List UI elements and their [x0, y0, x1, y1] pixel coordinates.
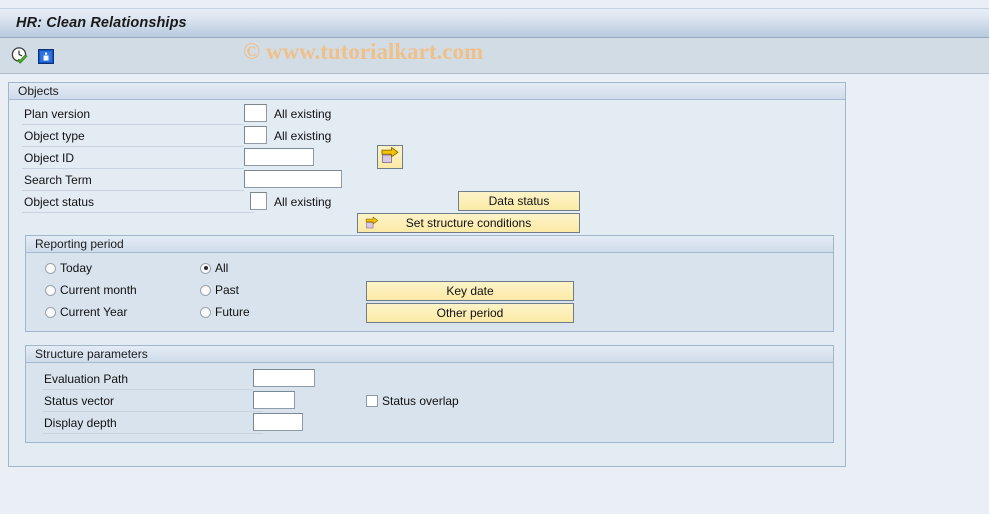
- label-search-term: Search Term: [24, 173, 92, 187]
- info-icon[interactable]: [36, 46, 56, 66]
- radio-dot-icon: [45, 306, 56, 318]
- row-separator: [22, 168, 244, 169]
- forward-arrow-icon: [363, 216, 381, 237]
- row-separator: [22, 212, 254, 213]
- object-id-input[interactable]: [244, 148, 314, 166]
- window-title-bar: HR: Clean Relationships: [0, 8, 989, 38]
- radio-all-label: All: [215, 261, 229, 275]
- label-plan-version: Plan version: [24, 107, 91, 121]
- objects-group: Objects Plan version All existing Object…: [8, 82, 846, 467]
- object-type-input[interactable]: [244, 126, 267, 144]
- application-toolbar: [0, 38, 989, 74]
- radio-dot-icon: [45, 262, 56, 274]
- structure-parameters-group-title: Structure parameters: [35, 347, 148, 361]
- radio-past[interactable]: Past: [200, 283, 239, 297]
- label-object-type: Object type: [24, 129, 85, 143]
- radio-dot-icon: [200, 284, 211, 296]
- object-status-input[interactable]: [250, 192, 267, 210]
- structure-parameters-group: Structure parameters Evaluation Path Sta…: [25, 345, 834, 443]
- radio-current-year[interactable]: Current Year: [45, 305, 127, 319]
- row-separator: [42, 433, 263, 434]
- radio-dot-icon: [200, 262, 211, 274]
- row-separator: [22, 190, 244, 191]
- radio-dot-icon: [45, 284, 56, 296]
- label-display-depth: Display depth: [44, 416, 117, 430]
- key-date-button[interactable]: Key date: [366, 281, 574, 301]
- set-structure-conditions-label: Set structure conditions: [405, 216, 532, 230]
- row-separator: [22, 124, 244, 125]
- radio-future-label: Future: [215, 305, 250, 319]
- label-object-status: Object status: [24, 195, 95, 209]
- reporting-period-group-header: Reporting period: [26, 236, 833, 253]
- set-structure-conditions-button[interactable]: Set structure conditions: [357, 213, 580, 233]
- plan-version-input[interactable]: [244, 104, 267, 122]
- objects-group-header: Objects: [9, 83, 845, 100]
- display-depth-input[interactable]: [253, 413, 303, 431]
- label-evaluation-path: Evaluation Path: [44, 372, 129, 386]
- radio-today[interactable]: Today: [45, 261, 92, 275]
- radio-past-label: Past: [215, 283, 240, 297]
- other-period-button[interactable]: Other period: [366, 303, 574, 323]
- label-status-vector: Status vector: [44, 394, 115, 408]
- label-object-id: Object ID: [24, 151, 75, 165]
- radio-future[interactable]: Future: [200, 305, 250, 319]
- radio-current-month[interactable]: Current month: [45, 283, 137, 297]
- object-status-hint: All existing: [274, 195, 332, 209]
- objects-group-title: Objects: [18, 84, 59, 98]
- plan-version-hint: All existing: [274, 107, 332, 121]
- row-separator: [22, 146, 244, 147]
- multiple-selection-button[interactable]: [377, 145, 403, 169]
- execute-icon[interactable]: [10, 46, 30, 66]
- radio-current-month-label: Current month: [60, 283, 137, 297]
- status-overlap-label: Status overlap: [382, 394, 459, 408]
- radio-today-label: Today: [60, 261, 93, 275]
- radio-dot-icon: [200, 306, 211, 318]
- row-separator: [42, 411, 263, 412]
- radio-all[interactable]: All: [200, 261, 228, 275]
- reporting-period-group: Reporting period Today Current month Cur…: [25, 235, 834, 332]
- structure-parameters-group-header: Structure parameters: [26, 346, 833, 363]
- reporting-period-group-title: Reporting period: [35, 237, 124, 251]
- radio-current-year-label: Current Year: [60, 305, 128, 319]
- evaluation-path-input[interactable]: [253, 369, 315, 387]
- checkbox-icon: [366, 395, 378, 407]
- row-separator: [42, 389, 253, 390]
- status-overlap-checkbox[interactable]: Status overlap: [366, 394, 459, 408]
- object-type-hint: All existing: [274, 129, 332, 143]
- status-vector-input[interactable]: [253, 391, 295, 409]
- page-title: HR: Clean Relationships: [16, 15, 187, 31]
- data-status-button[interactable]: Data status: [458, 191, 580, 211]
- search-term-input[interactable]: [244, 170, 342, 188]
